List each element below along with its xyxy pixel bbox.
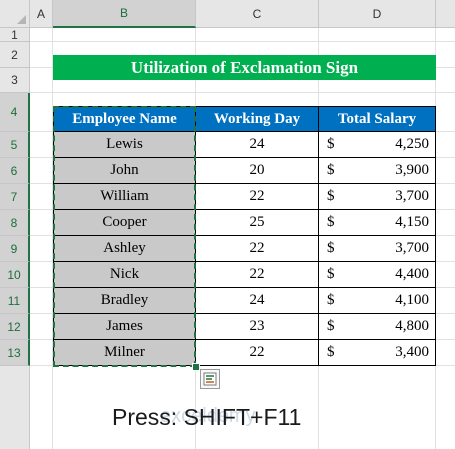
cell-employee-name[interactable]: Lewis <box>53 131 196 158</box>
cell-employee-name[interactable]: John <box>53 157 196 184</box>
salary-amount: 4,800 <box>395 318 429 334</box>
row-header-1[interactable]: 1 <box>0 28 30 42</box>
cell-total-salary[interactable]: $4,400 <box>318 261 436 288</box>
row-header-10[interactable]: 10 <box>0 262 30 288</box>
salary-amount: 3,700 <box>395 240 429 256</box>
salary-amount: 4,250 <box>395 136 429 152</box>
cell-total-salary[interactable]: $4,250 <box>318 131 436 158</box>
column-header-next[interactable] <box>436 0 455 28</box>
currency-symbol: $ <box>327 162 335 178</box>
select-all-icon[interactable] <box>0 0 30 28</box>
cell-working-day[interactable]: 22 <box>195 261 319 288</box>
currency-symbol: $ <box>327 214 335 230</box>
keyboard-shortcut-caption: Press: SHIFT+F11 <box>112 404 302 430</box>
row-header-3[interactable]: 3 <box>0 68 30 93</box>
currency-symbol: $ <box>327 318 335 334</box>
currency-symbol: $ <box>327 136 335 152</box>
cell-working-day[interactable]: 22 <box>195 183 319 210</box>
cell-employee-name[interactable]: Ashley <box>53 235 196 262</box>
cell-employee-name[interactable]: James <box>53 313 196 340</box>
cell-total-salary[interactable]: $3,900 <box>318 157 436 184</box>
cell-employee-name[interactable]: Milner <box>53 339 196 366</box>
salary-amount: 4,400 <box>395 266 429 282</box>
cell-working-day[interactable]: 25 <box>195 209 319 236</box>
header-total-salary[interactable]: Total Salary <box>318 106 436 132</box>
cell-working-day[interactable]: 23 <box>195 313 319 340</box>
cell-employee-name[interactable]: William <box>53 183 196 210</box>
row-header-2[interactable]: 2 <box>0 42 30 68</box>
cell-total-salary[interactable]: $4,150 <box>318 209 436 236</box>
salary-amount: 3,900 <box>395 162 429 178</box>
cell-employee-name[interactable]: Nick <box>53 261 196 288</box>
row-header-8[interactable]: 8 <box>0 210 30 236</box>
row-header-area <box>0 366 30 449</box>
header-employee-name[interactable]: Employee Name <box>53 106 196 132</box>
cell-working-day[interactable]: 24 <box>195 287 319 314</box>
spreadsheet-grid: A B C D 1 2 3 4 5 6 7 8 9 10 11 12 13 Utilization of… <box>0 0 455 449</box>
row-header-7[interactable]: 7 <box>0 184 30 210</box>
header-working-day[interactable]: Working Day <box>195 106 319 132</box>
salary-amount: 4,100 <box>395 292 429 308</box>
salary-amount: 3,700 <box>395 188 429 204</box>
currency-symbol: $ <box>327 292 335 308</box>
quick-analysis-icon[interactable] <box>200 369 220 389</box>
cell-working-day[interactable]: 24 <box>195 131 319 158</box>
column-header-b[interactable]: B <box>53 0 196 28</box>
cell-employee-name[interactable]: Bradley <box>53 287 196 314</box>
cell-employee-name[interactable]: Cooper <box>53 209 196 236</box>
row-header-11[interactable]: 11 <box>0 288 30 314</box>
fill-handle[interactable] <box>192 363 200 371</box>
column-header-c[interactable]: C <box>196 0 319 28</box>
cell-total-salary[interactable]: $3,700 <box>318 235 436 262</box>
row-header-9[interactable]: 9 <box>0 236 30 262</box>
column-header-d[interactable]: D <box>319 0 436 28</box>
sheet-title-banner[interactable]: Utilization of Exclamation Sign <box>53 55 436 80</box>
row-header-4[interactable]: 4 <box>0 93 30 132</box>
cell-working-day[interactable]: 22 <box>195 235 319 262</box>
row-header-6[interactable]: 6 <box>0 158 30 184</box>
salary-amount: 3,400 <box>395 344 429 360</box>
column-header-a[interactable]: A <box>30 0 53 28</box>
cell-total-salary[interactable]: $4,800 <box>318 313 436 340</box>
currency-symbol: $ <box>327 240 335 256</box>
cell-total-salary[interactable]: $3,400 <box>318 339 436 366</box>
cell-total-salary[interactable]: $3,700 <box>318 183 436 210</box>
currency-symbol: $ <box>327 266 335 282</box>
row-header-13[interactable]: 13 <box>0 340 30 366</box>
cell-total-salary[interactable]: $4,100 <box>318 287 436 314</box>
cell-working-day[interactable]: 22 <box>195 339 319 366</box>
currency-symbol: $ <box>327 344 335 360</box>
row-header-12[interactable]: 12 <box>0 314 30 340</box>
cell-working-day[interactable]: 20 <box>195 157 319 184</box>
salary-amount: 4,150 <box>395 214 429 230</box>
currency-symbol: $ <box>327 188 335 204</box>
row-header-5[interactable]: 5 <box>0 132 30 158</box>
